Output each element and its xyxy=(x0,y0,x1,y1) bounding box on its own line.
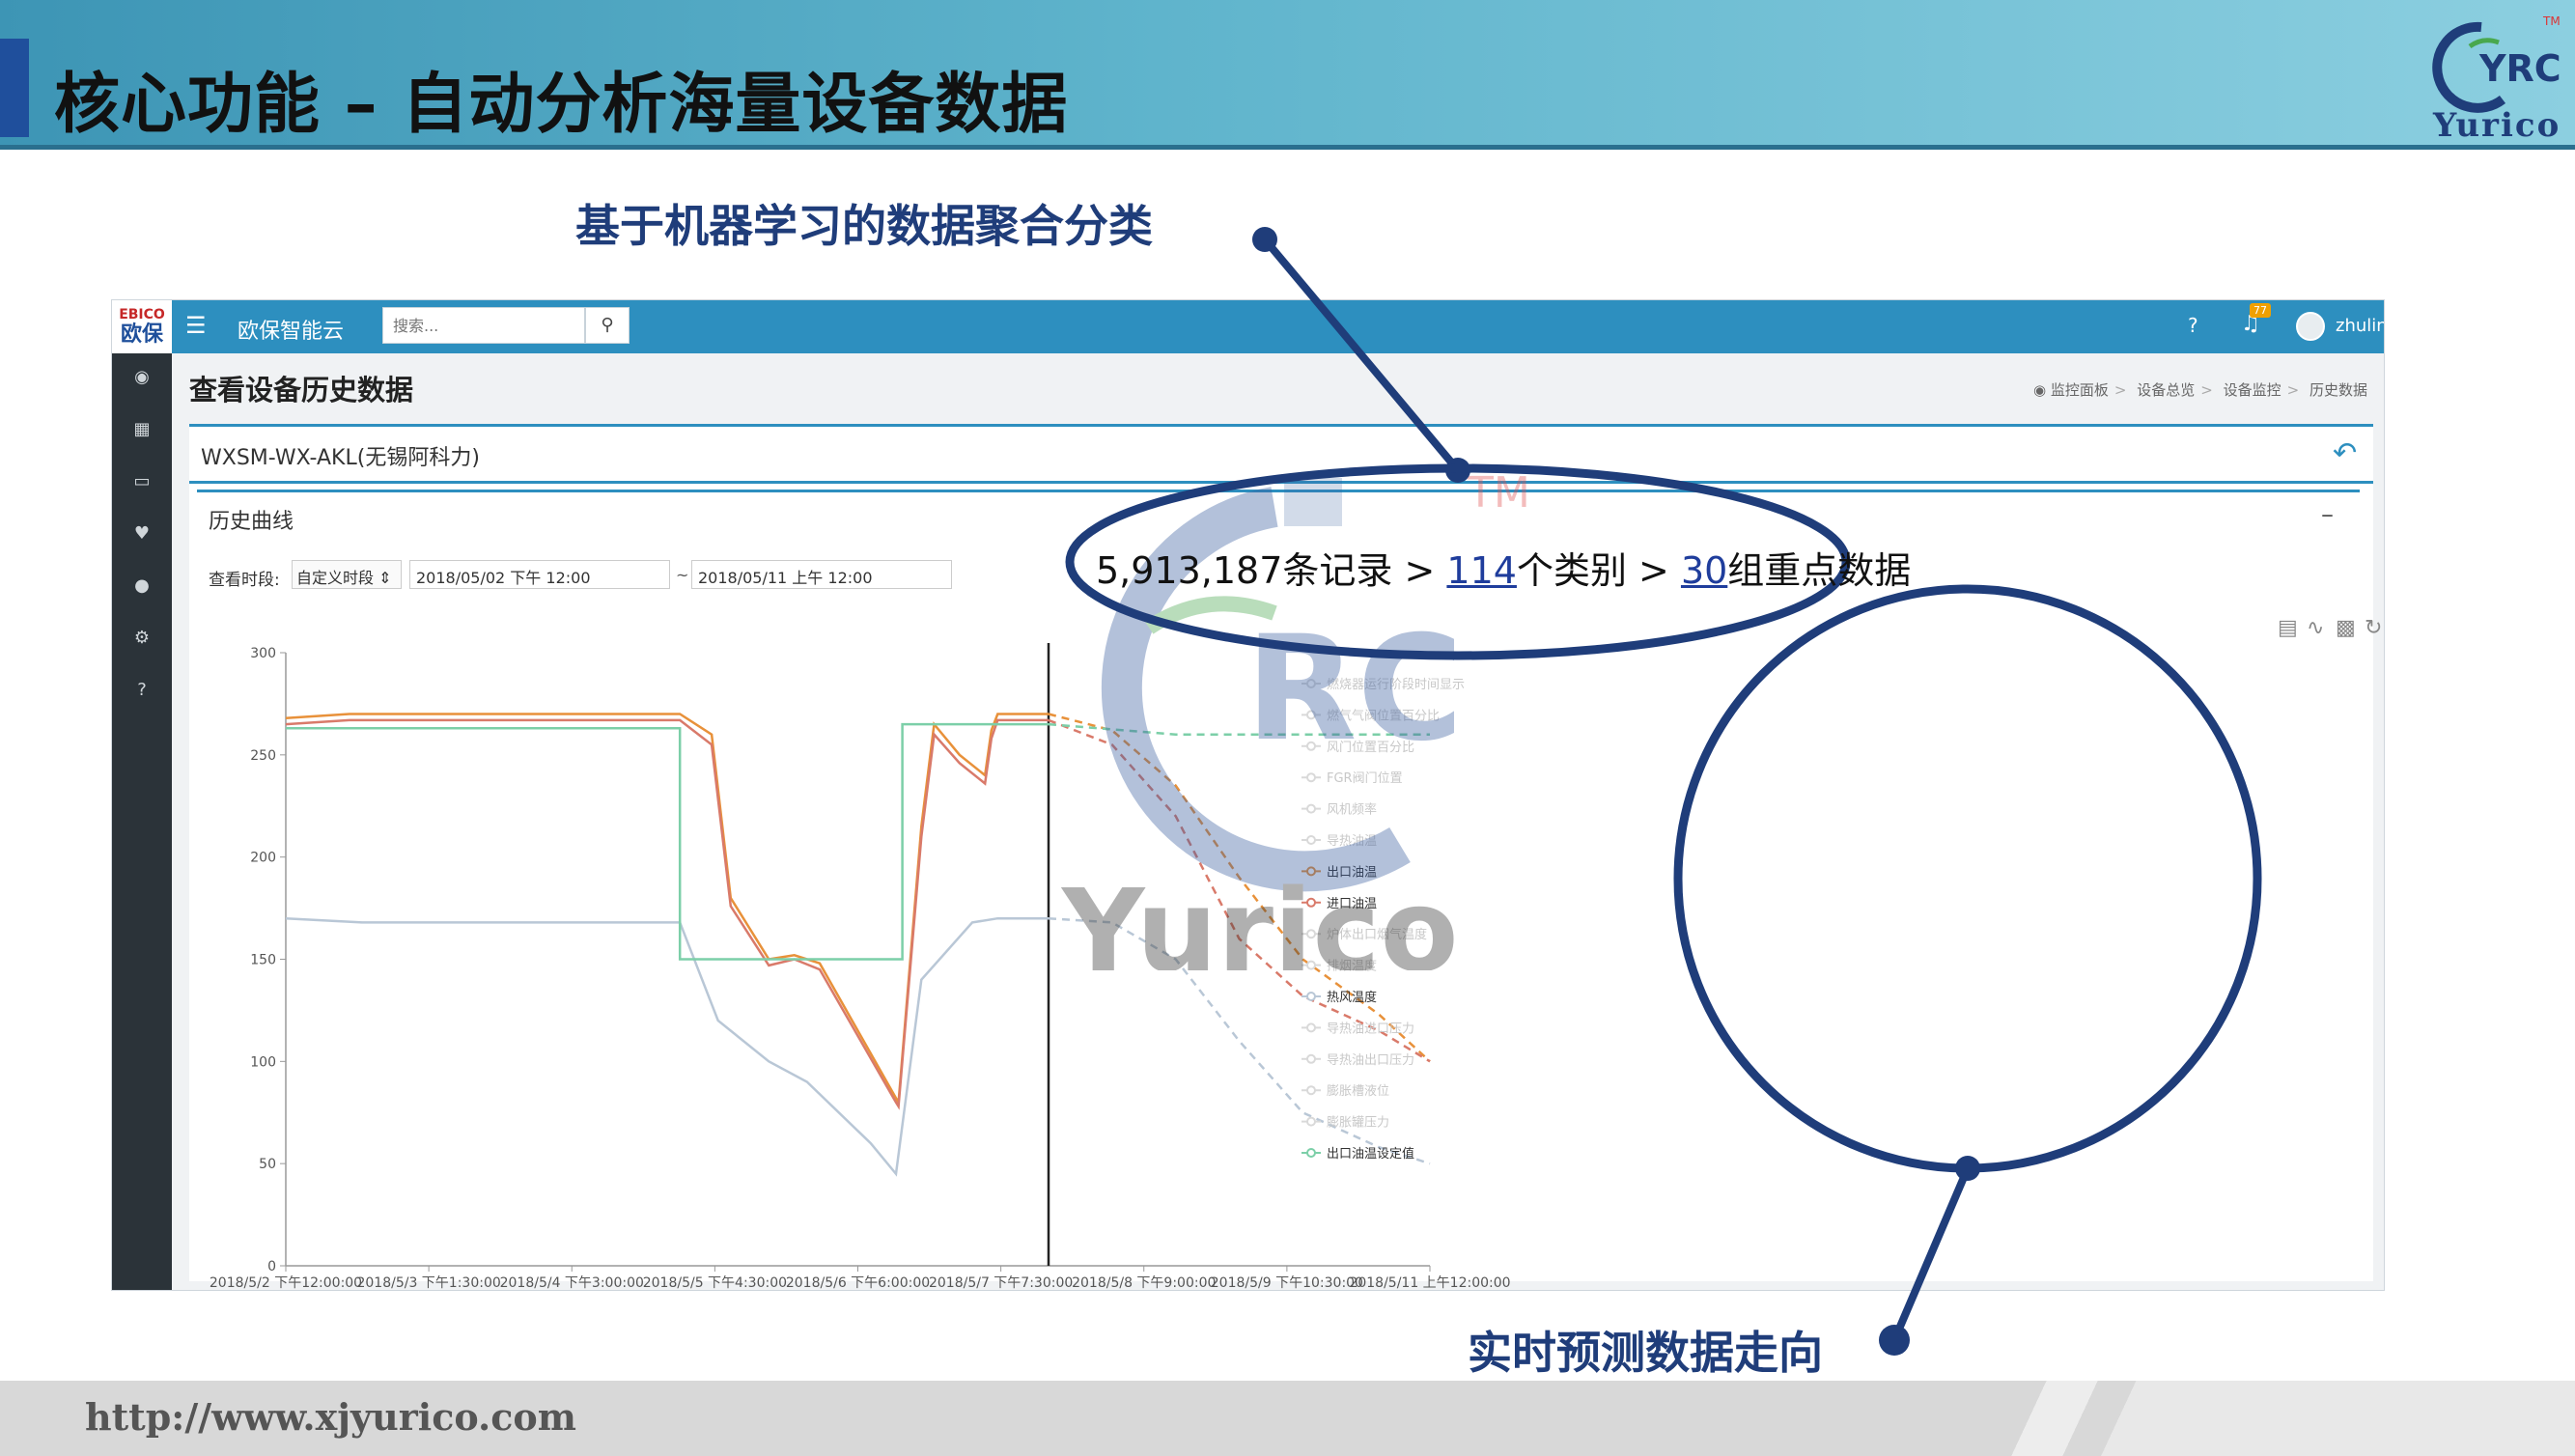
pointer-line-top xyxy=(1261,237,1462,473)
stats-summary: 5,913,187条记录 > 114个类别 > 30组重点数据 xyxy=(1096,541,1911,594)
footer-decoration xyxy=(1970,1381,2575,1456)
stats-groups-suffix: 组重点数据 xyxy=(1727,549,1912,592)
pointer-dot-top xyxy=(1252,227,1277,252)
pointer-line-bottom xyxy=(1890,1166,1972,1342)
forecast-highlight-circle xyxy=(1673,584,2262,1173)
pointer-dot-bottom xyxy=(1879,1325,1910,1356)
annotation-overlay xyxy=(1065,227,2262,1356)
stats-categories-link[interactable]: 114 xyxy=(1446,549,1517,592)
stats-categories-suffix: 个类别 > xyxy=(1516,549,1681,592)
stats-groups-link[interactable]: 30 xyxy=(1681,549,1727,592)
stats-records: 5,913,187条记录 > xyxy=(1096,549,1447,592)
footer-url[interactable]: http://www.xjyurico.com xyxy=(85,1395,576,1439)
pointer-dot-circle xyxy=(1955,1156,1980,1181)
